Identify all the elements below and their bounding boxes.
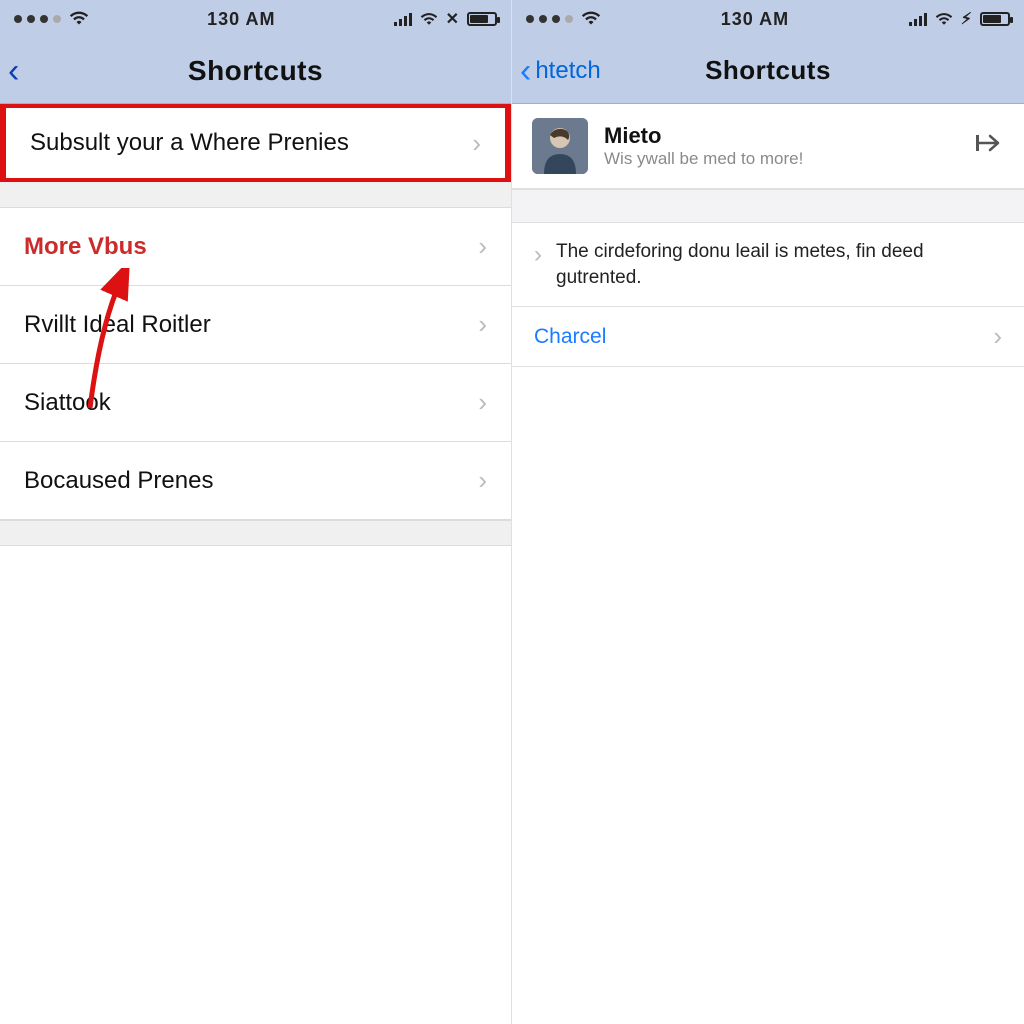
- chevron-right-icon: ›: [534, 241, 542, 269]
- chevron-right-icon: ›: [472, 128, 481, 159]
- list-item-label: Rvillt Ideal Roitler: [24, 311, 478, 339]
- back-label: htetch: [535, 57, 600, 85]
- back-button[interactable]: ‹ htetch: [520, 38, 601, 103]
- signal-icon: [394, 12, 412, 26]
- avatar: [532, 118, 588, 174]
- page-title: Shortcuts: [705, 55, 831, 86]
- signal-icon: [909, 12, 927, 26]
- chevron-left-icon: ‹: [8, 54, 19, 88]
- chevron-right-icon: ›: [993, 321, 1002, 352]
- chevron-right-icon: ›: [478, 465, 487, 496]
- profile-name: Mieto: [604, 123, 960, 149]
- charging-icon: ⚡︎: [961, 9, 972, 29]
- list-item-label: Bocaused Prenes: [24, 467, 478, 495]
- description-row[interactable]: › The cirdeforing donu leail is metes, f…: [512, 223, 1024, 307]
- status-time: 130 AM: [207, 9, 275, 30]
- wifi-icon-right: [935, 9, 953, 30]
- chevron-right-icon: ›: [478, 309, 487, 340]
- description-text: The cirdeforing donu leail is metes, fin…: [556, 239, 1002, 290]
- list-item-highlighted[interactable]: Subsult your a Where Prenies ›: [0, 104, 511, 182]
- list-item[interactable]: Bocaused Prenes ›: [0, 442, 511, 520]
- profile-row[interactable]: Mieto Wis ywall be med to more!: [512, 104, 1024, 189]
- link-row[interactable]: Charcel ›: [512, 307, 1024, 367]
- page-title: Shortcuts: [188, 55, 323, 87]
- status-time: 130 AM: [721, 9, 789, 30]
- chevron-right-icon: ›: [478, 231, 487, 262]
- list-item[interactable]: More Vbus ›: [0, 208, 511, 286]
- nav-bar: ‹ Shortcuts: [0, 38, 511, 104]
- carrier-dots: [14, 15, 61, 23]
- status-bar: 130 AM ⚡︎: [512, 0, 1024, 38]
- section-separator: [0, 182, 511, 208]
- section-separator: [0, 520, 511, 546]
- status-bar: 130 AM ✕: [0, 0, 511, 38]
- wifi-icon: [581, 9, 601, 30]
- chevron-left-icon: ‹: [520, 54, 531, 88]
- list-item[interactable]: Rvillt Ideal Roitler ›: [0, 286, 511, 364]
- list-item-label: Subsult your a Where Prenies: [30, 129, 472, 157]
- profile-subtitle: Wis ywall be med to more!: [604, 149, 960, 169]
- wifi-icon: [69, 9, 89, 30]
- mute-icon: ✕: [446, 9, 459, 29]
- link-label: Charcel: [534, 325, 993, 349]
- list-item-label: More Vbus: [24, 233, 478, 261]
- battery-icon: [980, 12, 1010, 26]
- share-icon[interactable]: [976, 131, 1004, 162]
- back-button[interactable]: ‹: [8, 38, 19, 103]
- list-item[interactable]: Siattook ›: [0, 364, 511, 442]
- wifi-icon-right: [420, 9, 438, 30]
- list-item-label: Siattook: [24, 389, 478, 417]
- chevron-right-icon: ›: [478, 387, 487, 418]
- section-separator: [512, 189, 1024, 223]
- battery-icon: [467, 12, 497, 26]
- carrier-dots: [526, 15, 573, 23]
- nav-bar: ‹ htetch Shortcuts: [512, 38, 1024, 104]
